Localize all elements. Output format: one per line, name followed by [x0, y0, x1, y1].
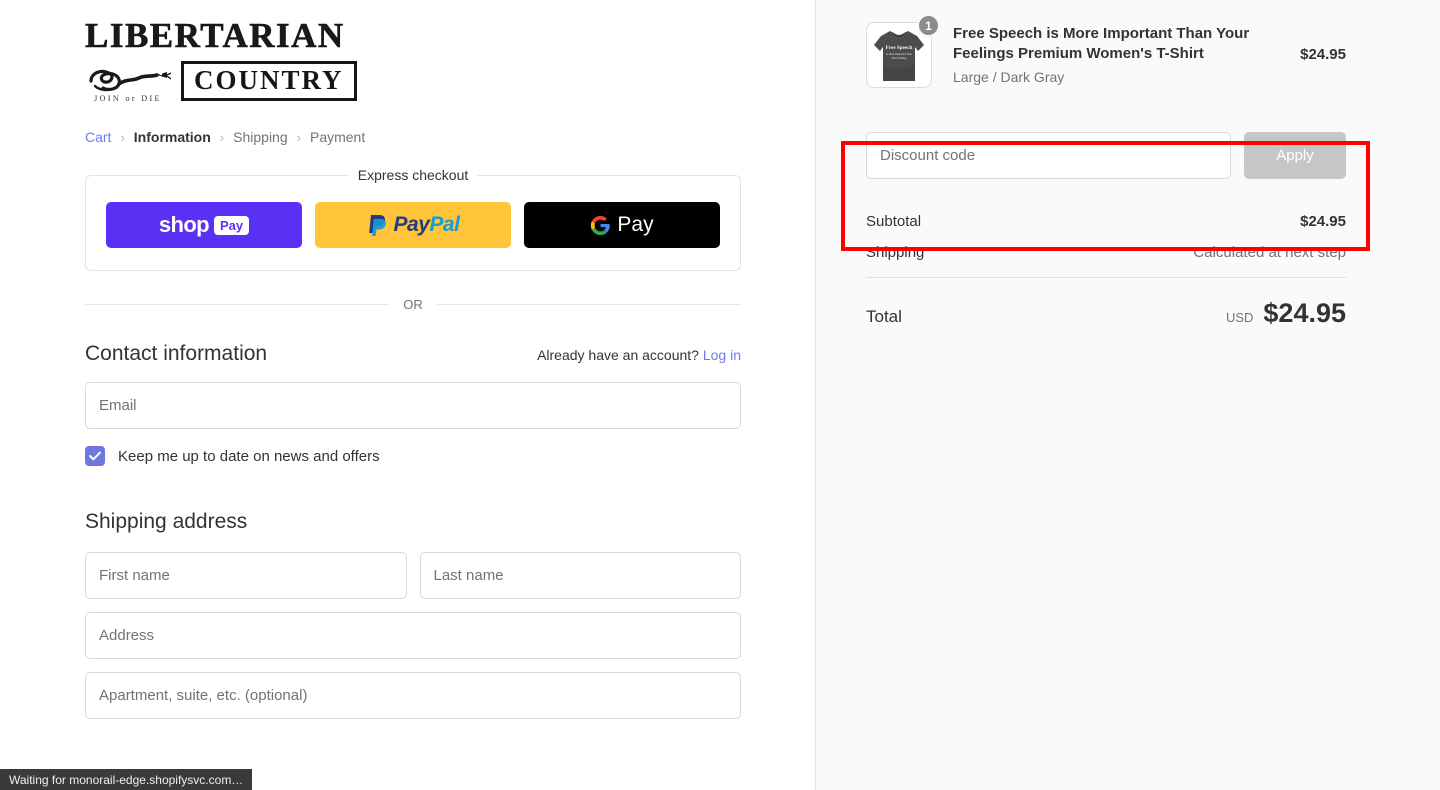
shipping-address-title: Shipping address: [85, 510, 248, 533]
contact-information-header: Contact information Already have an acco…: [85, 342, 741, 366]
product-thumbnail-wrap: Free Speech is More Important Than Your …: [866, 14, 940, 88]
logo-wordmark-secondary: COUNTRY: [181, 61, 357, 101]
paypal-icon: [368, 215, 386, 236]
or-label: OR: [403, 297, 423, 312]
newsletter-checkbox-row[interactable]: Keep me up to date on news and offers: [85, 446, 741, 466]
log-in-link[interactable]: Log in: [703, 347, 741, 363]
google-pay-label: Pay: [617, 213, 654, 236]
order-totals: Subtotal $24.95 Shipping Calculated at n…: [866, 203, 1346, 329]
logo-tagline: JOIN or DIE: [94, 94, 162, 103]
subtotal-value: $24.95: [1300, 213, 1346, 230]
breadcrumb: Cart › Information › Shipping › Payment: [85, 129, 741, 145]
breadcrumb-item-payment[interactable]: Payment: [310, 129, 365, 145]
express-checkout-title: Express checkout: [348, 167, 478, 183]
address-input[interactable]: [85, 612, 741, 659]
check-icon: [89, 451, 101, 461]
svg-text:Your Feelings: Your Feelings: [891, 57, 906, 60]
order-line-item: Free Speech is More Important Than Your …: [866, 14, 1346, 106]
apartment-input[interactable]: [85, 672, 741, 719]
total-currency: USD: [1225, 310, 1254, 325]
subtotal-row: Subtotal $24.95: [866, 213, 1346, 230]
breadcrumb-item-shipping[interactable]: Shipping: [233, 129, 288, 145]
total-label: Total: [866, 307, 902, 326]
shipping-row: Shipping Calculated at next step: [866, 244, 1346, 261]
shop-pay-label: shop: [158, 212, 210, 237]
email-input[interactable]: [85, 382, 741, 429]
account-prompt-text: Already have an account?: [537, 347, 699, 363]
product-variant: Large / Dark Gray: [953, 69, 1065, 86]
shop-pay-badge: Pay: [214, 215, 250, 235]
tshirt-icon: Free Speech is More Important Than Your …: [874, 31, 924, 81]
svg-text:Free Speech: Free Speech: [886, 45, 913, 51]
status-bar-text: Waiting for monorail-edge.shopifysvc.com…: [9, 772, 244, 787]
google-g-icon: [591, 215, 611, 235]
google-pay-button[interactable]: Pay: [524, 202, 720, 248]
checkout-main-column: LIBERTARIAN JOIN or DIE COUNTRY Cart › I…: [0, 0, 816, 790]
divider-line-left: [85, 304, 390, 305]
store-logo[interactable]: LIBERTARIAN JOIN or DIE COUNTRY: [85, 18, 741, 103]
order-summary-column: Free Speech is More Important Than Your …: [816, 0, 1440, 790]
totals-divider: [866, 277, 1346, 278]
breadcrumb-separator: ›: [120, 129, 125, 145]
snake-icon: [89, 69, 171, 92]
browser-status-bar: Waiting for monorail-edge.shopifysvc.com…: [0, 769, 253, 790]
breadcrumb-item-cart[interactable]: Cart: [85, 129, 111, 145]
contact-information-title: Contact information: [85, 342, 268, 365]
breadcrumb-separator: ›: [296, 129, 301, 145]
subtotal-label: Subtotal: [866, 213, 922, 230]
first-name-input[interactable]: [85, 552, 407, 599]
shipping-label: Shipping: [866, 244, 925, 261]
breadcrumb-separator: ›: [219, 129, 225, 145]
paypal-label-pay: Pay: [393, 213, 430, 236]
discount-section: Apply: [866, 106, 1346, 203]
checkout-page: LIBERTARIAN JOIN or DIE COUNTRY Cart › I…: [0, 0, 1440, 790]
breadcrumb-item-information[interactable]: Information: [134, 129, 211, 145]
newsletter-checkbox[interactable]: [85, 446, 105, 466]
apply-discount-button[interactable]: Apply: [1244, 132, 1346, 179]
shop-pay-button[interactable]: shop Pay: [106, 202, 302, 248]
svg-text:is More Important Than: is More Important Than: [886, 53, 912, 56]
logo-wordmark-primary: LIBERTARIAN: [85, 16, 345, 55]
shipping-value: Calculated at next step: [1193, 244, 1346, 261]
express-checkout-section: Express checkout shop Pay PayPal Pay: [85, 167, 741, 271]
last-name-input[interactable]: [419, 552, 741, 599]
total-value: $24.95: [1263, 298, 1346, 328]
or-divider: OR: [85, 297, 741, 312]
divider-line-right: [436, 304, 741, 305]
discount-code-input[interactable]: [866, 132, 1231, 179]
paypal-button[interactable]: PayPal: [315, 202, 511, 248]
paypal-label-pal: Pal: [429, 213, 460, 236]
product-price: $24.95: [1300, 46, 1346, 63]
quantity-badge: 1: [917, 14, 940, 37]
newsletter-label: Keep me up to date on news and offers: [118, 447, 380, 465]
total-row: Total USD $24.95: [866, 298, 1346, 329]
product-title: Free Speech is More Important Than Your …: [953, 25, 1250, 62]
